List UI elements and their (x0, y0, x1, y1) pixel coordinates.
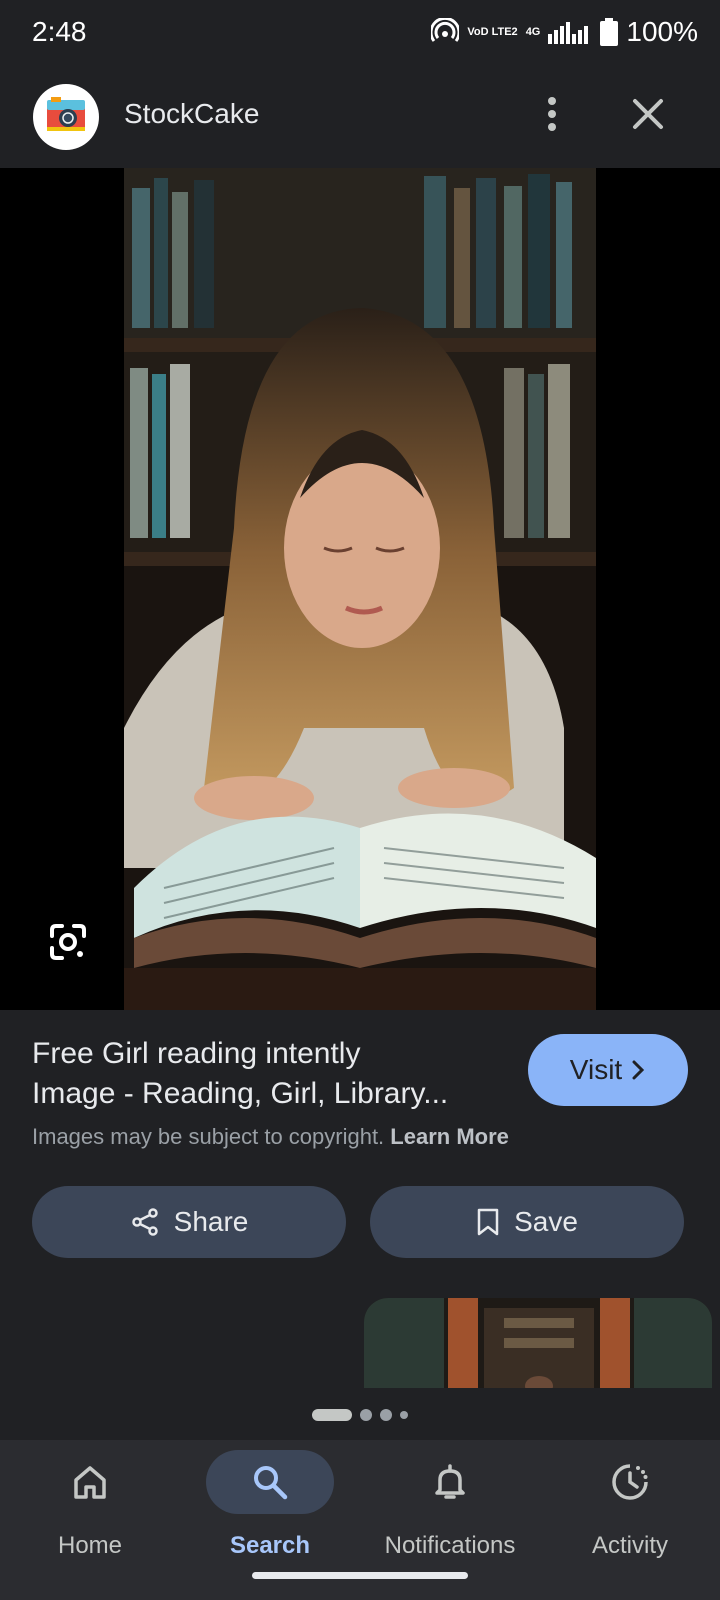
google-lens-icon[interactable] (46, 920, 90, 964)
visit-label: Visit (569, 1054, 623, 1085)
nav-home-label: Home (57, 1532, 123, 1559)
nav-search[interactable]: Search (180, 1440, 360, 1580)
nav-activity-icon-wrap (566, 1450, 694, 1514)
carousel-indicator (0, 1408, 720, 1422)
battery-percent: 100% (626, 16, 698, 47)
result-title-line1: Free Girl reading intently (32, 1037, 361, 1070)
site-name[interactable]: StockCake (124, 98, 259, 130)
learn-more-link[interactable]: Learn More (390, 1124, 509, 1149)
nav-activity-label: Activity (591, 1532, 668, 1559)
nav-notifications[interactable]: Notifications (360, 1440, 540, 1580)
network-4g-label: 4G (525, 25, 541, 38)
camera-logo-icon (47, 97, 85, 131)
search-icon (254, 1466, 288, 1500)
copyright-text: Images may be subject to copyright. (32, 1124, 385, 1149)
battery-icon (600, 18, 619, 46)
nav-notifications-icon-wrap (386, 1450, 514, 1514)
nav-search-icon-wrap (206, 1450, 334, 1514)
related-image (364, 1298, 712, 1388)
network-type-label: VoD LTE2 (467, 25, 518, 38)
result-title[interactable]: Free Girl reading intently Image - Readi… (32, 1034, 502, 1114)
save-button[interactable]: Save (370, 1186, 684, 1258)
carousel-dot (380, 1409, 392, 1421)
bookmark-icon (477, 1208, 499, 1236)
share-button[interactable]: Share (32, 1186, 346, 1258)
more-vert-icon[interactable] (530, 92, 574, 136)
app-header: StockCake (0, 66, 720, 168)
activity-icon (612, 1464, 648, 1500)
nav-home-icon-wrap (26, 1450, 154, 1514)
result-image[interactable] (124, 168, 596, 1010)
save-label: Save (514, 1206, 578, 1237)
status-icons: VoD LTE2 4G 100% (431, 14, 698, 50)
result-title-line2: Image - Reading, Girl, Library... (32, 1077, 449, 1110)
network-label: VoD LTE2 (467, 25, 518, 38)
image-viewer[interactable] (0, 168, 720, 1010)
site-logo[interactable] (33, 84, 99, 150)
chevron-right-icon (632, 1060, 645, 1080)
nav-home[interactable]: Home (0, 1440, 180, 1580)
hotspot-icon (431, 18, 460, 42)
status-bar: 2:48 VoD LTE2 4G 100% (0, 0, 720, 66)
signal-icon (548, 22, 589, 44)
status-time: 2:48 (32, 16, 87, 47)
related-image-thumbnail[interactable] (364, 1298, 712, 1388)
gesture-bar[interactable] (252, 1572, 468, 1579)
close-icon[interactable] (626, 92, 670, 136)
nav-search-label: Search (229, 1532, 311, 1559)
share-icon (131, 1208, 158, 1236)
nav-activity[interactable]: Activity (540, 1440, 720, 1580)
home-icon (74, 1466, 106, 1499)
carousel-dot-active (312, 1409, 352, 1421)
visit-button[interactable]: Visit (528, 1034, 688, 1106)
nav-notifications-label: Notifications (384, 1532, 516, 1559)
copyright-notice: Images may be subject to copyright. Lear… (32, 1124, 509, 1150)
carousel-dot (400, 1411, 408, 1419)
bell-icon (435, 1464, 465, 1499)
share-label: Share (173, 1206, 249, 1237)
carousel-dot (360, 1409, 372, 1421)
